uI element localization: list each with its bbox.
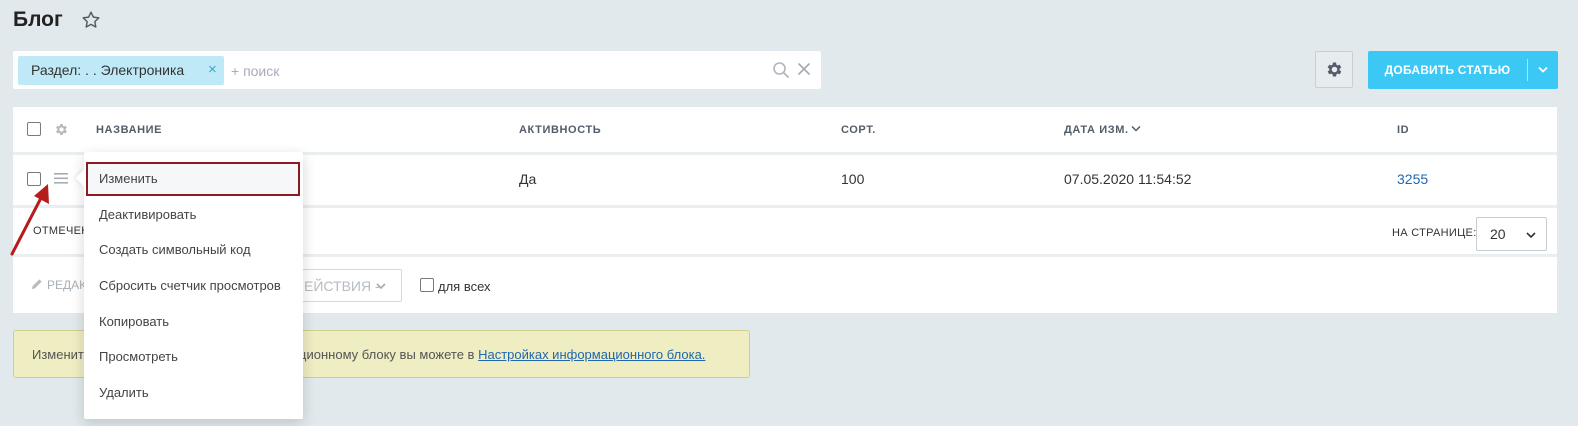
menu-item-label: Деактивировать [99, 207, 197, 222]
per-page-value: 20 [1490, 226, 1506, 242]
menu-item-label: Копировать [99, 314, 169, 329]
menu-item-create-code[interactable]: Создать символьный код [84, 232, 303, 268]
cell-date: 07.05.2020 11:54:52 [1064, 171, 1192, 187]
caret-down-icon [1538, 66, 1548, 73]
for-all-checkbox[interactable] [420, 278, 434, 292]
menu-item-copy[interactable]: Копировать [84, 304, 303, 340]
edit-action-button[interactable]: РЕДАК [31, 278, 86, 292]
column-header-id[interactable]: ID [1397, 124, 1409, 136]
menu-item-reset-views[interactable]: Сбросить счетчик просмотров [84, 268, 303, 304]
menu-item-delete[interactable]: Удалить [84, 375, 303, 411]
info-text-prefix: Изменит [32, 347, 84, 362]
iblock-settings-link[interactable]: Настройках информационного блока. [478, 347, 705, 362]
search-input[interactable] [229, 59, 753, 83]
filter-chip-section[interactable]: Раздел: . . Электроника × [18, 56, 224, 85]
edit-action-label: РЕДАК [47, 278, 87, 292]
annotation-arrow-icon [10, 184, 49, 256]
page-title: Блог [13, 8, 63, 31]
menu-item-edit[interactable]: Изменить [84, 161, 303, 197]
column-header-active[interactable]: АКТИВНОСТЬ [519, 124, 601, 136]
remove-filter-icon[interactable]: × [208, 62, 217, 78]
per-page-label: НА СТРАНИЦЕ: [1392, 227, 1477, 239]
menu-item-label: Создать символьный код [99, 242, 251, 257]
cell-active: Да [519, 171, 537, 187]
star-icon[interactable] [80, 9, 102, 31]
cell-sort: 100 [841, 171, 865, 187]
column-settings-gear-icon[interactable] [54, 122, 69, 137]
per-page-select[interactable]: 20 [1476, 217, 1547, 251]
gear-icon [1327, 62, 1342, 77]
column-header-date[interactable]: ДАТА ИЗМ. [1064, 124, 1129, 136]
cell-id-link[interactable]: 3255 [1397, 171, 1428, 187]
chevron-down-icon [1526, 232, 1536, 239]
settings-button[interactable] [1315, 51, 1353, 88]
add-article-dropdown-button[interactable] [1528, 51, 1558, 89]
add-article-button[interactable]: ДОБАВИТЬ СТАТЬЮ [1368, 51, 1558, 89]
sort-desc-chevron-icon [1131, 125, 1141, 132]
info-text-middle: мационному блоку вы можете в [282, 347, 479, 362]
filter-search-bar[interactable]: Раздел: . . Электроника × [13, 51, 821, 89]
for-all-label: для всех [438, 279, 491, 294]
row-context-menu: Изменить Деактивировать Создать символьн… [84, 152, 303, 419]
pencil-icon [32, 279, 42, 289]
menu-item-label: Изменить [99, 171, 158, 186]
menu-item-deactivate[interactable]: Деактивировать [84, 197, 303, 233]
add-article-label: ДОБАВИТЬ СТАТЬЮ [1384, 63, 1511, 77]
filter-chip-label: Раздел: . . Электроника [31, 62, 185, 78]
menu-item-view[interactable]: Просмотреть [84, 339, 303, 375]
column-header-sort[interactable]: СОРТ. [841, 124, 876, 136]
chevron-down-icon [376, 283, 386, 290]
menu-item-label: Удалить [99, 385, 149, 400]
menu-item-label: Сбросить счетчик просмотров [99, 278, 281, 293]
clear-search-icon[interactable] [796, 61, 812, 77]
group-actions-label: ЕЙСТВИЯ - [304, 278, 380, 294]
select-all-checkbox[interactable] [27, 122, 41, 136]
search-icon[interactable] [772, 61, 790, 79]
column-header-name[interactable]: НАЗВАНИЕ [96, 124, 162, 136]
menu-item-label: Просмотреть [99, 349, 178, 364]
